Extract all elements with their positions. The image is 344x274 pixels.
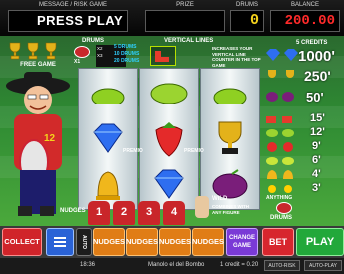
lime-symbol [79,69,137,115]
pay-value-5: 12' [310,126,325,138]
change-game-button[interactable]: CHANGE GAME [226,228,258,256]
collect-button[interactable]: COLLECT [2,228,42,256]
nudges-counter: 1 2 3 4 [88,201,188,225]
nudge-1: 1 [88,201,110,225]
message-display: PRESS PLAY [8,10,128,32]
nudges-button-1[interactable]: NUDGES [93,228,125,256]
trophy-symbol [201,115,259,161]
anything-label: ANYTHING [266,195,293,201]
lime-symbol [201,69,259,115]
message-label: MESSAGE / RISK GAME [38,2,107,8]
drums-row-2: 10 DRUMS [114,51,140,57]
nudge-3: 3 [138,201,160,225]
row-icon-bell [264,168,300,180]
drums-row-3: 20 DRUMS [114,58,140,64]
nudges-button-2[interactable]: NUDGES [126,228,158,256]
vertical-lines-title: VERTICAL LINES [164,38,214,44]
vertical-lines-panel: VERTICAL LINES INCREASES YOUR VERTICAL L… [150,38,261,68]
reels-area: PREMIO PREMIO [78,68,260,210]
pay-value-6: 9' [312,140,321,152]
wild-text: COMBINES WITH ANY FIGURE [212,204,249,215]
wild-info: WILD COMBINES WITH ANY FIGURE [195,196,255,222]
drums-label: DRUMS [236,2,258,8]
row-icon-plum [264,90,300,104]
auto-risk-button[interactable]: AUTO-RISK [264,260,300,271]
melon-symbol [140,69,198,115]
drums-mult-1: X1 [74,59,81,65]
balance-label: BALANCE [290,2,319,8]
menu-icon [54,237,66,247]
row-icon-strawberry [264,140,300,152]
balance-display: 200.00 [270,10,340,32]
nudge-4: 4 [163,201,185,225]
free-game-cups [6,40,70,62]
wild-title: WILD [212,196,228,202]
drums-mult-3: X3 [97,53,103,58]
prize-label: PRIZE [176,2,194,8]
message-text: PRESS PLAY [37,13,124,28]
nudge-2: 2 [113,201,135,225]
status-bar: 18:36 Manolo el del Bombo 1 credit = 0.2… [0,258,344,274]
diamond-symbol [79,115,137,161]
row-icon-anything [264,182,300,194]
pay-value-2: 250' [304,68,331,84]
premio-label-2: PREMIO [184,148,204,154]
drums-mult-2: X2 [97,46,103,51]
drums-table-title: DRUMS [82,38,104,44]
row-icon-trophy [264,68,300,82]
reel-1 [78,68,138,210]
nudges-label: NUDGES [60,208,86,214]
status-title: Manolo el del Bombo [148,262,205,268]
paytable: 5 CREDITS 1000' 250' 50' 15' 12' 9' 6' 4… [262,38,344,226]
drums-row-1: 5 DRUMS [114,44,137,50]
paytable-drums-label: DRUMS [270,215,292,221]
pay-value-3: 50' [306,90,324,105]
boot-icon [150,46,176,66]
row-icon-boot [264,112,300,124]
mascot-character: 12 [0,66,78,226]
row-icon-lime [264,154,300,166]
top-bar: MESSAGE / RISK GAME PRESS PLAY PRIZE DRU… [0,0,344,36]
pay-value-1: 1000' [298,48,335,65]
vertical-lines-text: INCREASES YOUR VERTICAL LINE COUNTER IN … [212,46,261,68]
pay-value-4: 15' [310,112,325,124]
drums-counter: 0 [230,10,264,32]
control-bar: COLLECT AUTO NUDGES NUDGES NUDGES NUDGES… [0,226,344,258]
pay-value-9: 3' [312,182,321,194]
status-time: 18:36 [80,262,96,268]
status-credit: 1 credit = 0.20 [220,262,259,268]
drum-icon [276,202,292,214]
pay-value-7: 6' [312,154,321,166]
prize-display [145,10,225,32]
row-icon-melon [264,126,300,138]
drum-icon [74,46,90,58]
reel-2 [139,68,199,210]
auto-button[interactable]: AUTO [76,228,92,256]
row-icon-diamond [264,48,300,62]
bet-button[interactable]: BET [262,228,294,256]
auto-play-button[interactable]: AUTO-PLAY [304,260,342,271]
drums-table: DRUMS X1 X2 X3 5 DRUMS 10 DRUMS 20 DRUMS [72,38,142,68]
premio-label-1: PREMIO [123,148,143,154]
credits-label: 5 CREDITS [296,40,328,46]
drums-rows-text: 5 DRUMS 10 DRUMS 20 DRUMS [114,44,139,65]
nudges-button-3[interactable]: NUDGES [159,228,191,256]
svg-text:12: 12 [44,133,56,144]
nudges-button-4[interactable]: NUDGES [192,228,224,256]
wild-icon [195,196,209,218]
trophy-icon [9,42,57,60]
reel-3 [200,68,260,210]
play-button[interactable]: PLAY [296,228,344,256]
strawberry-symbol [140,115,198,161]
menu-button[interactable] [46,228,74,256]
pay-value-8: 4' [312,168,321,180]
